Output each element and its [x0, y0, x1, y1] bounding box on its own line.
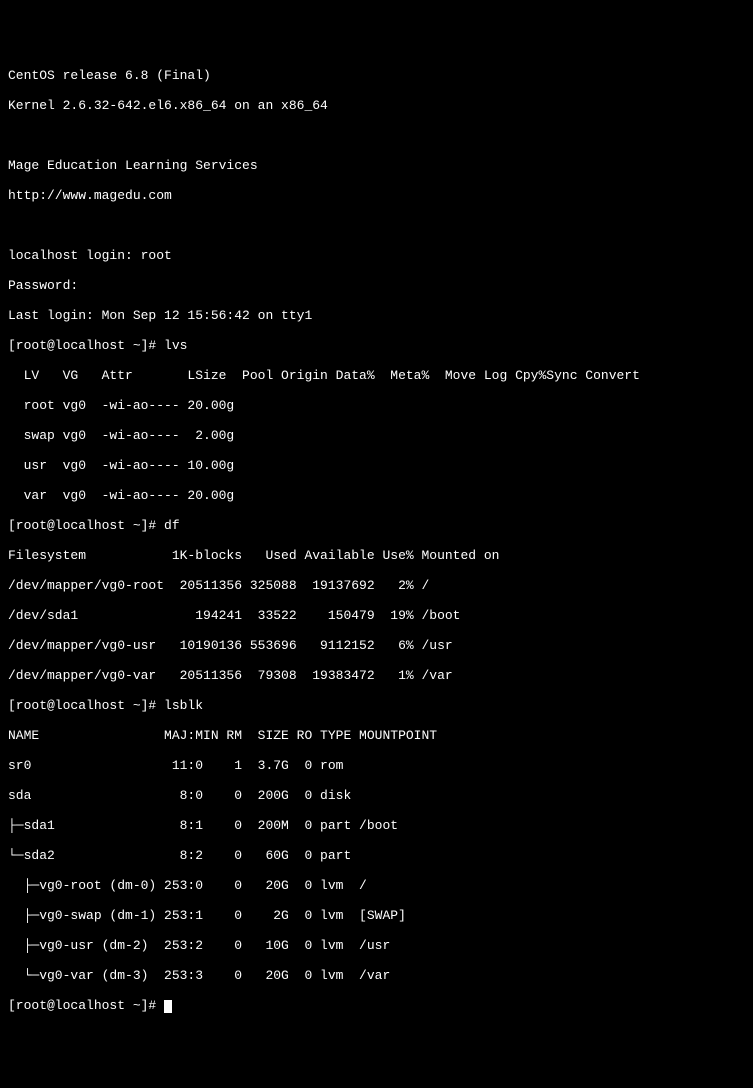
- df-row: /dev/mapper/vg0-var 20511356 79308 19383…: [8, 668, 745, 683]
- cursor-icon: [164, 1000, 172, 1013]
- org-line: Mage Education Learning Services: [8, 158, 745, 173]
- shell-prompt-lvs[interactable]: [root@localhost ~]# lvs: [8, 338, 745, 353]
- lvs-row: swap vg0 -wi-ao---- 2.00g: [8, 428, 745, 443]
- lsblk-row: sda 8:0 0 200G 0 disk: [8, 788, 745, 803]
- os-release-line: CentOS release 6.8 (Final): [8, 68, 745, 83]
- lvs-row: var vg0 -wi-ao---- 20.00g: [8, 488, 745, 503]
- password-prompt: Password:: [8, 278, 745, 293]
- shell-prompt-current[interactable]: [root@localhost ~]#: [8, 998, 745, 1013]
- lsblk-header: NAME MAJ:MIN RM SIZE RO TYPE MOUNTPOINT: [8, 728, 745, 743]
- login-prompt: localhost login: root: [8, 248, 745, 263]
- lsblk-row: ├─vg0-usr (dm-2) 253:2 0 10G 0 lvm /usr: [8, 938, 745, 953]
- lvs-row: root vg0 -wi-ao---- 20.00g: [8, 398, 745, 413]
- df-row: /dev/mapper/vg0-root 20511356 325088 191…: [8, 578, 745, 593]
- prompt-text: [root@localhost ~]#: [8, 998, 164, 1013]
- lsblk-row: ├─vg0-root (dm-0) 253:0 0 20G 0 lvm /: [8, 878, 745, 893]
- last-login-line: Last login: Mon Sep 12 15:56:42 on tty1: [8, 308, 745, 323]
- shell-prompt-df[interactable]: [root@localhost ~]# df: [8, 518, 745, 533]
- url-line: http://www.magedu.com: [8, 188, 745, 203]
- df-header: Filesystem 1K-blocks Used Available Use%…: [8, 548, 745, 563]
- lvs-row: usr vg0 -wi-ao---- 10.00g: [8, 458, 745, 473]
- lvs-header: LV VG Attr LSize Pool Origin Data% Meta%…: [8, 368, 745, 383]
- df-row: /dev/mapper/vg0-usr 10190136 553696 9112…: [8, 638, 745, 653]
- lsblk-row: ├─vg0-swap (dm-1) 253:1 0 2G 0 lvm [SWAP…: [8, 908, 745, 923]
- shell-prompt-lsblk[interactable]: [root@localhost ~]# lsblk: [8, 698, 745, 713]
- lsblk-row: └─sda2 8:2 0 60G 0 part: [8, 848, 745, 863]
- kernel-line: Kernel 2.6.32-642.el6.x86_64 on an x86_6…: [8, 98, 745, 113]
- lsblk-row: sr0 11:0 1 3.7G 0 rom: [8, 758, 745, 773]
- df-row: /dev/sda1 194241 33522 150479 19% /boot: [8, 608, 745, 623]
- lsblk-row: ├─sda1 8:1 0 200M 0 part /boot: [8, 818, 745, 833]
- lsblk-row: └─vg0-var (dm-3) 253:3 0 20G 0 lvm /var: [8, 968, 745, 983]
- blank-line: [8, 218, 745, 233]
- blank-line: [8, 128, 745, 143]
